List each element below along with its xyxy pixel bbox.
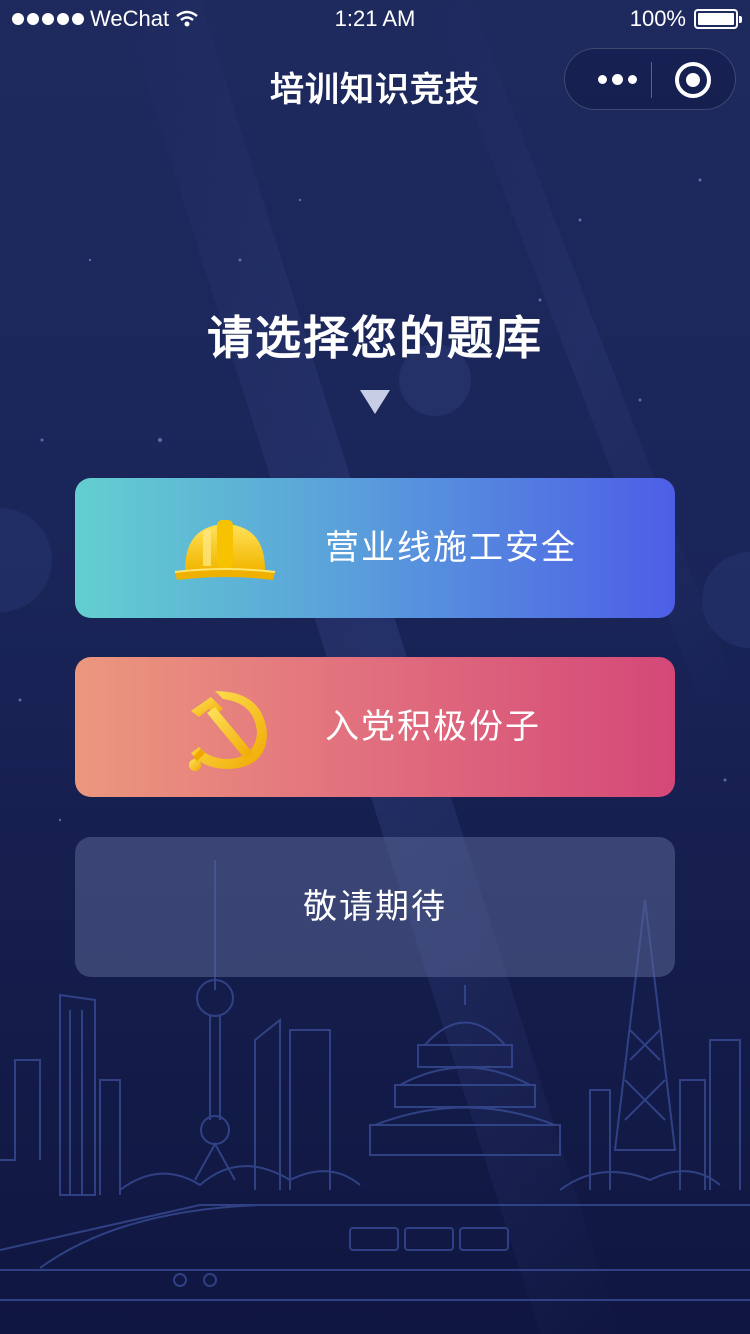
- more-dot-icon: [627, 74, 637, 84]
- status-bar: WeChat 1:21 AM 100%: [0, 0, 750, 40]
- option-coming-soon[interactable]: 敬请期待: [75, 837, 675, 977]
- more-dot-icon: [611, 73, 623, 85]
- miniprogram-capsule: [564, 48, 736, 110]
- capsule-divider: [651, 62, 652, 98]
- select-bank-heading: 请选择您的题库: [207, 311, 543, 365]
- triangle-down-icon: [360, 390, 390, 414]
- option-label: 入党积极份子: [325, 707, 541, 747]
- more-options-button[interactable]: [587, 49, 647, 109]
- option-construction-safety[interactable]: 营业线施工安全: [75, 478, 675, 618]
- battery-icon: [694, 9, 742, 29]
- option-label: 营业线施工安全: [325, 528, 577, 568]
- hammer-sickle-icon: [189, 691, 267, 771]
- more-dot-icon: [597, 74, 607, 84]
- hard-hat-icon: [174, 520, 276, 580]
- battery-group: 100%: [629, 6, 742, 32]
- close-miniprogram-icon[interactable]: [675, 62, 711, 98]
- nav-bar: 培训知识竞技: [0, 40, 750, 128]
- option-party-activist[interactable]: 入党积极份子: [75, 657, 675, 797]
- battery-percent: 100%: [629, 6, 686, 31]
- option-label: 敬请期待: [303, 887, 447, 927]
